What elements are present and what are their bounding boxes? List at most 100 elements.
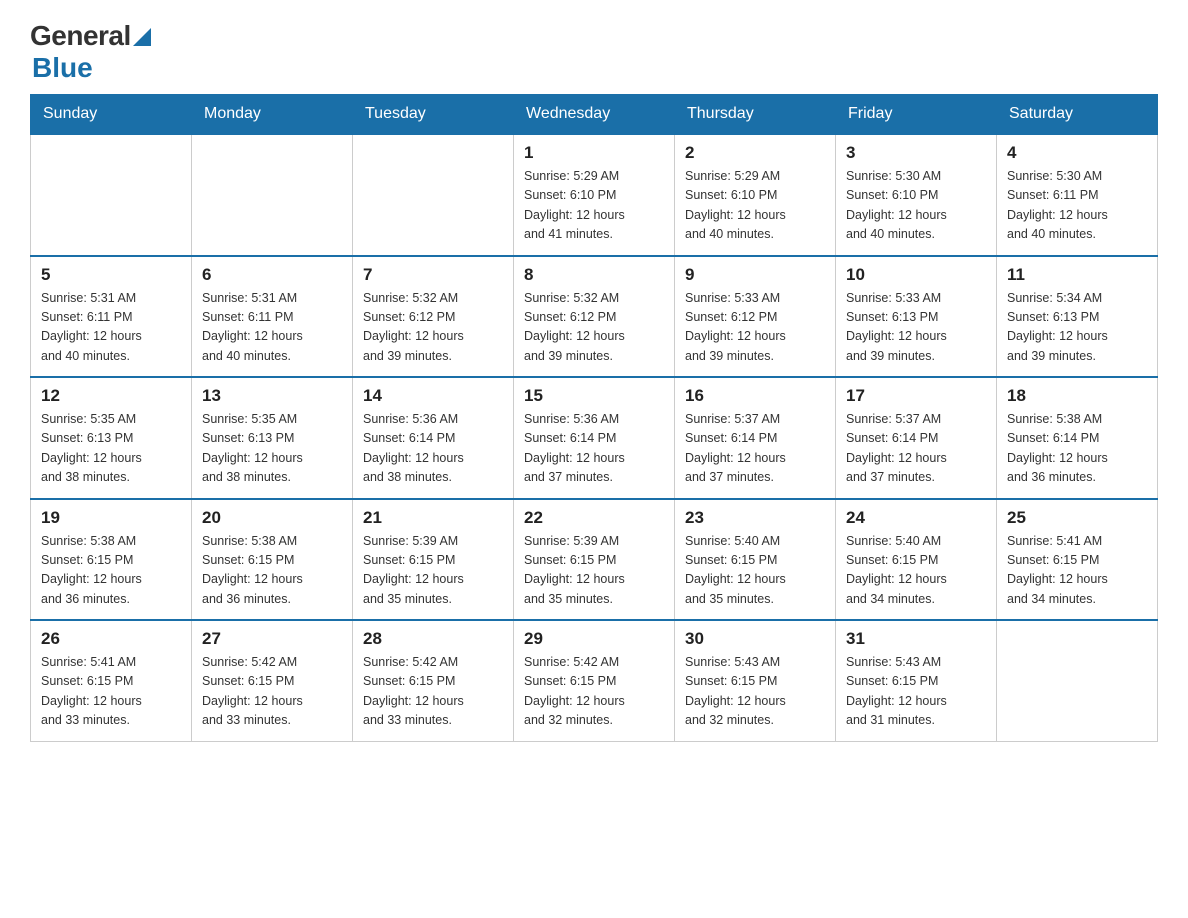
day-info: Sunrise: 5:43 AMSunset: 6:15 PMDaylight:…	[685, 653, 825, 731]
day-number: 22	[524, 508, 664, 528]
calendar-cell: 2 Sunrise: 5:29 AMSunset: 6:10 PMDaylight…	[675, 134, 836, 256]
calendar-cell: 22 Sunrise: 5:39 AMSunset: 6:15 PMDayligh…	[514, 499, 675, 621]
day-info: Sunrise: 5:43 AMSunset: 6:15 PMDaylight:…	[846, 653, 986, 731]
calendar-cell	[192, 134, 353, 256]
day-info: Sunrise: 5:30 AMSunset: 6:11 PMDaylight:…	[1007, 167, 1147, 245]
day-info: Sunrise: 5:40 AMSunset: 6:15 PMDaylight:…	[846, 532, 986, 610]
calendar-cell: 18 Sunrise: 5:38 AMSunset: 6:14 PMDayligh…	[997, 377, 1158, 499]
logo-arrow-icon	[133, 28, 151, 46]
day-info: Sunrise: 5:39 AMSunset: 6:15 PMDaylight:…	[363, 532, 503, 610]
day-number: 16	[685, 386, 825, 406]
day-number: 26	[41, 629, 181, 649]
calendar-cell	[353, 134, 514, 256]
day-number: 25	[1007, 508, 1147, 528]
day-number: 5	[41, 265, 181, 285]
day-number: 6	[202, 265, 342, 285]
calendar-cell	[31, 134, 192, 256]
day-info: Sunrise: 5:29 AMSunset: 6:10 PMDaylight:…	[685, 167, 825, 245]
calendar-cell: 7 Sunrise: 5:32 AMSunset: 6:12 PMDaylight…	[353, 256, 514, 378]
calendar-week-2: 5 Sunrise: 5:31 AMSunset: 6:11 PMDaylight…	[31, 256, 1158, 378]
day-number: 24	[846, 508, 986, 528]
calendar-table: SundayMondayTuesdayWednesdayThursdayFrid…	[30, 94, 1158, 742]
calendar-cell: 3 Sunrise: 5:30 AMSunset: 6:10 PMDaylight…	[836, 134, 997, 256]
day-info: Sunrise: 5:36 AMSunset: 6:14 PMDaylight:…	[524, 410, 664, 488]
page-header: General Blue	[30, 20, 1158, 84]
day-info: Sunrise: 5:31 AMSunset: 6:11 PMDaylight:…	[41, 289, 181, 367]
weekday-header-wednesday: Wednesday	[514, 95, 675, 135]
calendar-cell: 10Sunrise: 5:33 AMSunset: 6:13 PMDayligh…	[836, 256, 997, 378]
day-info: Sunrise: 5:35 AMSunset: 6:13 PMDaylight:…	[41, 410, 181, 488]
day-info: Sunrise: 5:30 AMSunset: 6:10 PMDaylight:…	[846, 167, 986, 245]
calendar-cell: 19Sunrise: 5:38 AMSunset: 6:15 PMDayligh…	[31, 499, 192, 621]
day-info: Sunrise: 5:42 AMSunset: 6:15 PMDaylight:…	[363, 653, 503, 731]
day-info: Sunrise: 5:38 AMSunset: 6:15 PMDaylight:…	[41, 532, 181, 610]
day-info: Sunrise: 5:38 AMSunset: 6:14 PMDaylight:…	[1007, 410, 1147, 488]
day-info: Sunrise: 5:39 AMSunset: 6:15 PMDaylight:…	[524, 532, 664, 610]
calendar-week-4: 19Sunrise: 5:38 AMSunset: 6:15 PMDayligh…	[31, 499, 1158, 621]
day-info: Sunrise: 5:32 AMSunset: 6:12 PMDaylight:…	[363, 289, 503, 367]
weekday-header-monday: Monday	[192, 95, 353, 135]
calendar-cell: 1Sunrise: 5:29 AMSunset: 6:10 PMDaylight…	[514, 134, 675, 256]
day-info: Sunrise: 5:31 AMSunset: 6:11 PMDaylight:…	[202, 289, 342, 367]
day-info: Sunrise: 5:34 AMSunset: 6:13 PMDaylight:…	[1007, 289, 1147, 367]
day-info: Sunrise: 5:41 AMSunset: 6:15 PMDaylight:…	[41, 653, 181, 731]
day-number: 28	[363, 629, 503, 649]
day-number: 9	[685, 265, 825, 285]
day-info: Sunrise: 5:42 AMSunset: 6:15 PMDaylight:…	[202, 653, 342, 731]
day-number: 11	[1007, 265, 1147, 285]
calendar-week-3: 12 Sunrise: 5:35 AMSunset: 6:13 PMDayligh…	[31, 377, 1158, 499]
weekday-header-thursday: Thursday	[675, 95, 836, 135]
weekday-header-sunday: Sunday	[31, 95, 192, 135]
day-number: 2	[685, 143, 825, 163]
day-number: 23	[685, 508, 825, 528]
calendar-cell: 8Sunrise: 5:32 AMSunset: 6:12 PMDaylight…	[514, 256, 675, 378]
day-number: 4	[1007, 143, 1147, 163]
day-number: 18	[1007, 386, 1147, 406]
day-info: Sunrise: 5:38 AMSunset: 6:15 PMDaylight:…	[202, 532, 342, 610]
day-number: 14	[363, 386, 503, 406]
calendar-cell: 24 Sunrise: 5:40 AMSunset: 6:15 PMDayligh…	[836, 499, 997, 621]
day-number: 15	[524, 386, 664, 406]
calendar-cell: 28 Sunrise: 5:42 AMSunset: 6:15 PMDayligh…	[353, 620, 514, 741]
day-info: Sunrise: 5:33 AMSunset: 6:12 PMDaylight:…	[685, 289, 825, 367]
calendar-week-5: 26 Sunrise: 5:41 AMSunset: 6:15 PMDayligh…	[31, 620, 1158, 741]
calendar-cell: 30 Sunrise: 5:43 AMSunset: 6:15 PMDayligh…	[675, 620, 836, 741]
day-number: 20	[202, 508, 342, 528]
weekday-header-saturday: Saturday	[997, 95, 1158, 135]
logo: General Blue	[30, 20, 151, 84]
calendar-cell: 4 Sunrise: 5:30 AMSunset: 6:11 PMDaylight…	[997, 134, 1158, 256]
calendar-cell: 20 Sunrise: 5:38 AMSunset: 6:15 PMDayligh…	[192, 499, 353, 621]
calendar-cell: 15 Sunrise: 5:36 AMSunset: 6:14 PMDayligh…	[514, 377, 675, 499]
weekday-header-friday: Friday	[836, 95, 997, 135]
calendar-cell: 27 Sunrise: 5:42 AMSunset: 6:15 PMDayligh…	[192, 620, 353, 741]
day-number: 10	[846, 265, 986, 285]
calendar-cell: 23Sunrise: 5:40 AMSunset: 6:15 PMDayligh…	[675, 499, 836, 621]
calendar-cell: 29 Sunrise: 5:42 AMSunset: 6:15 PMDayligh…	[514, 620, 675, 741]
day-number: 29	[524, 629, 664, 649]
calendar-cell: 12 Sunrise: 5:35 AMSunset: 6:13 PMDayligh…	[31, 377, 192, 499]
calendar-cell: 13Sunrise: 5:35 AMSunset: 6:13 PMDayligh…	[192, 377, 353, 499]
day-number: 27	[202, 629, 342, 649]
day-number: 12	[41, 386, 181, 406]
calendar-cell: 25 Sunrise: 5:41 AMSunset: 6:15 PMDayligh…	[997, 499, 1158, 621]
day-number: 8	[524, 265, 664, 285]
calendar-cell: 31Sunrise: 5:43 AMSunset: 6:15 PMDayligh…	[836, 620, 997, 741]
day-info: Sunrise: 5:41 AMSunset: 6:15 PMDaylight:…	[1007, 532, 1147, 610]
calendar-cell: 11 Sunrise: 5:34 AMSunset: 6:13 PMDayligh…	[997, 256, 1158, 378]
weekday-header-row: SundayMondayTuesdayWednesdayThursdayFrid…	[31, 95, 1158, 135]
logo-general-text: General	[30, 20, 131, 52]
day-number: 3	[846, 143, 986, 163]
calendar-cell: 17Sunrise: 5:37 AMSunset: 6:14 PMDayligh…	[836, 377, 997, 499]
day-number: 17	[846, 386, 986, 406]
calendar-cell: 26 Sunrise: 5:41 AMSunset: 6:15 PMDayligh…	[31, 620, 192, 741]
day-info: Sunrise: 5:29 AMSunset: 6:10 PMDaylight:…	[524, 167, 664, 245]
calendar-cell: 21 Sunrise: 5:39 AMSunset: 6:15 PMDayligh…	[353, 499, 514, 621]
day-number: 21	[363, 508, 503, 528]
day-info: Sunrise: 5:35 AMSunset: 6:13 PMDaylight:…	[202, 410, 342, 488]
day-number: 7	[363, 265, 503, 285]
calendar-cell: 6 Sunrise: 5:31 AMSunset: 6:11 PMDaylight…	[192, 256, 353, 378]
calendar-cell: 9 Sunrise: 5:33 AMSunset: 6:12 PMDaylight…	[675, 256, 836, 378]
calendar-cell: 16Sunrise: 5:37 AMSunset: 6:14 PMDayligh…	[675, 377, 836, 499]
day-number: 30	[685, 629, 825, 649]
day-info: Sunrise: 5:42 AMSunset: 6:15 PMDaylight:…	[524, 653, 664, 731]
